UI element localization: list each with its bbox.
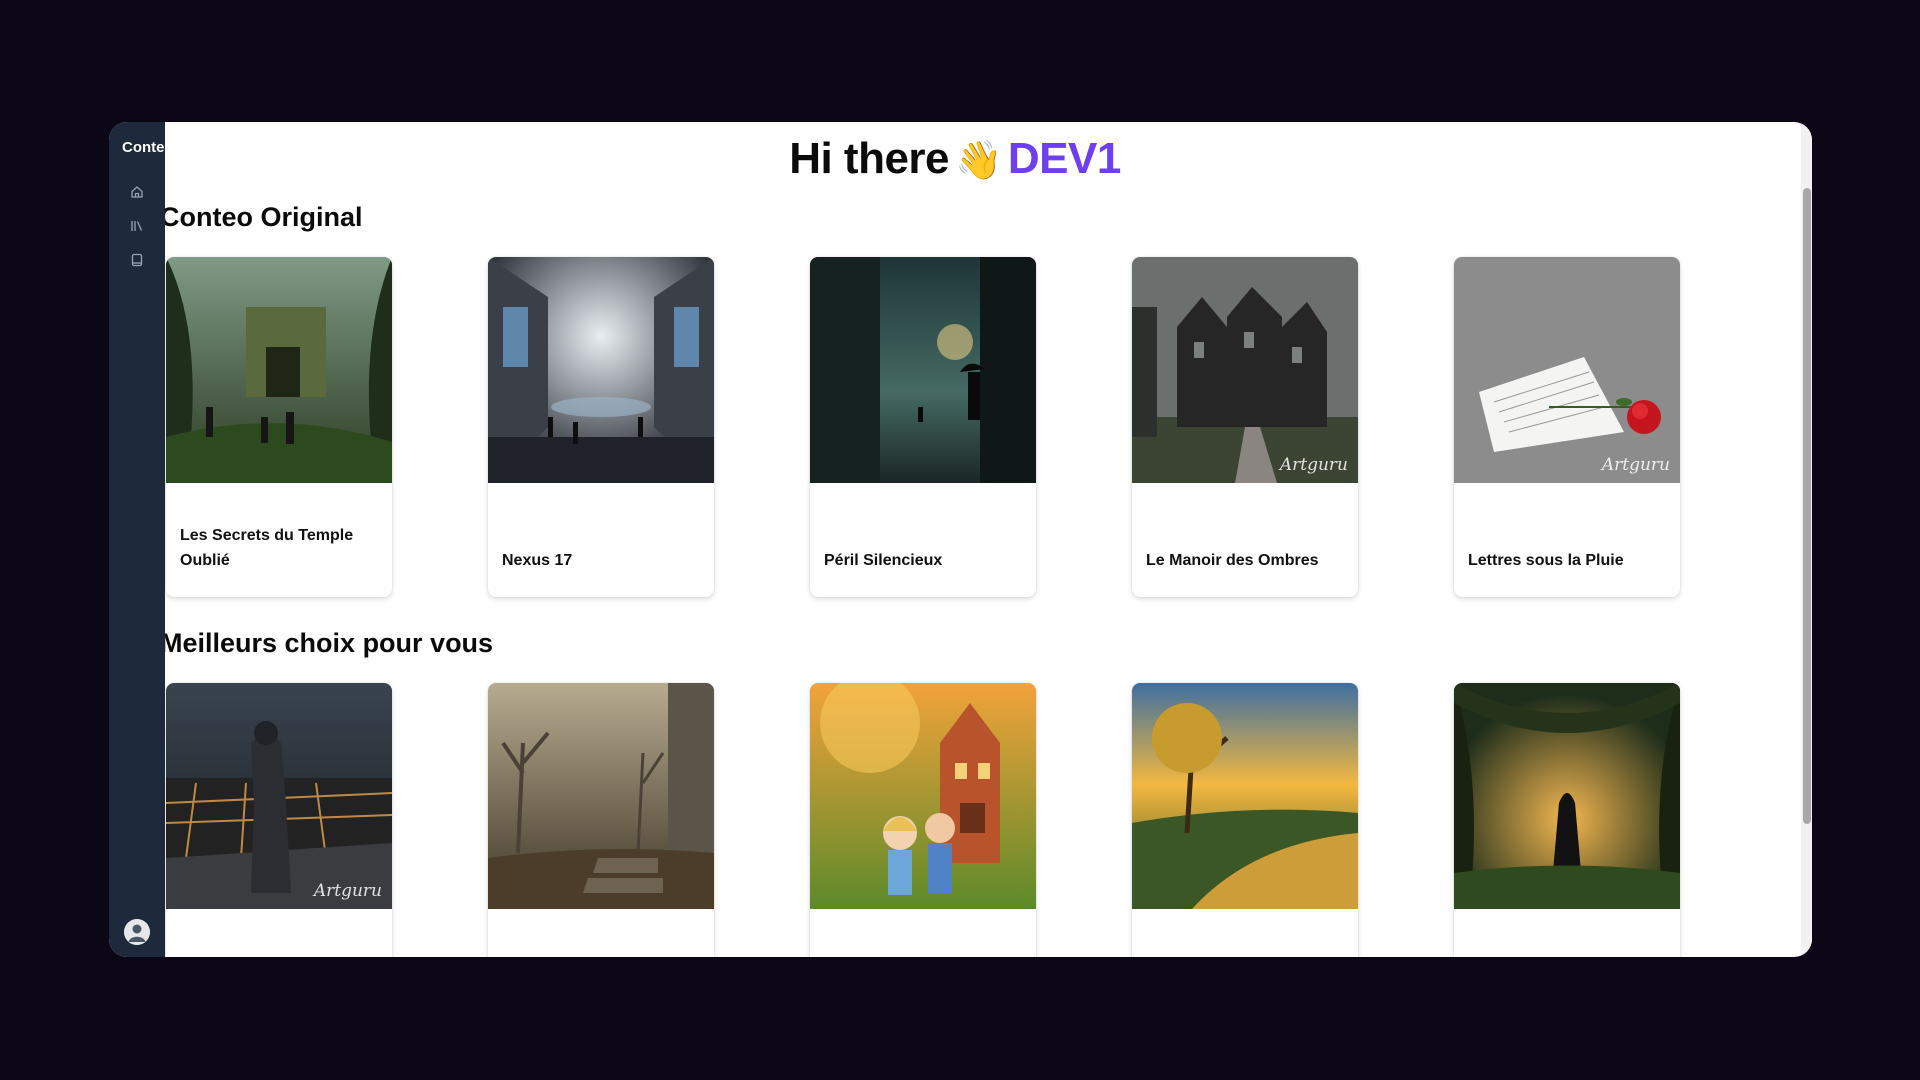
watermark: Artguru: [1279, 455, 1348, 475]
story-card[interactable]: [1454, 683, 1680, 957]
section-title-original: Conteo Original: [165, 202, 363, 232]
card-title: Lettres sous la Pluie: [1468, 552, 1624, 569]
brand-logo[interactable]: Conteo: [122, 139, 165, 156]
user-avatar[interactable]: [124, 919, 150, 945]
card-image-letter-rose: Artguru: [1454, 257, 1680, 483]
scrollbar-thumb[interactable]: [1803, 188, 1811, 824]
card-image-dark-manor: Artguru: [1132, 257, 1358, 483]
story-card[interactable]: [1132, 683, 1358, 957]
greeting-text: Hi there: [789, 134, 950, 183]
book-icon[interactable]: [129, 252, 145, 268]
card-image-rainy-alley: [810, 257, 1036, 483]
card-image-soldier-city: Artguru: [166, 683, 392, 909]
watermark: Artguru: [1601, 455, 1670, 475]
card-title: Péril Silencieux: [824, 552, 943, 569]
watermark: Artguru: [313, 881, 382, 901]
library-icon[interactable]: [129, 218, 145, 234]
username: DEV1: [1007, 134, 1121, 183]
story-card[interactable]: Artguru Le Manoir des Ombres: [1132, 257, 1358, 597]
story-card[interactable]: Nexus 17: [488, 257, 714, 597]
story-card[interactable]: [810, 683, 1036, 957]
story-card[interactable]: Les Secrets du Temple Oublié: [166, 257, 392, 597]
waving-hand-icon: 👋: [955, 140, 1002, 182]
card-title: Les Secrets du Temple Oublié: [180, 527, 354, 569]
main-content: Hi there 👋 DEV1 Conteo Original Les Secr…: [165, 122, 1801, 957]
story-card[interactable]: Artguru Lettres sous la Pluie: [1454, 257, 1680, 597]
card-title: Nexus 17: [502, 552, 573, 569]
home-icon[interactable]: [129, 184, 145, 200]
card-image-cloaked-forest: [1454, 683, 1680, 909]
story-card[interactable]: Artguru: [166, 683, 392, 957]
card-image-golden-river: [1132, 683, 1358, 909]
card-image-misty-ruins: [488, 683, 714, 909]
page-title: Hi there 👋 DEV1: [165, 134, 1745, 184]
card-image-jungle-temple: [166, 257, 392, 483]
section-title-recommended: Meilleurs choix pour vous: [165, 628, 494, 658]
vertical-scrollbar[interactable]: [1801, 122, 1812, 957]
card-title: Le Manoir des Ombres: [1146, 552, 1319, 569]
story-card[interactable]: [488, 683, 714, 957]
story-card[interactable]: Péril Silencieux: [810, 257, 1036, 597]
card-image-sci-fi-hall: [488, 257, 714, 483]
sidebar: Conteo: [109, 122, 165, 957]
app-window: Conteo Hi there👋DEV1: [109, 122, 1812, 957]
card-image-kids-house: [810, 683, 1036, 909]
